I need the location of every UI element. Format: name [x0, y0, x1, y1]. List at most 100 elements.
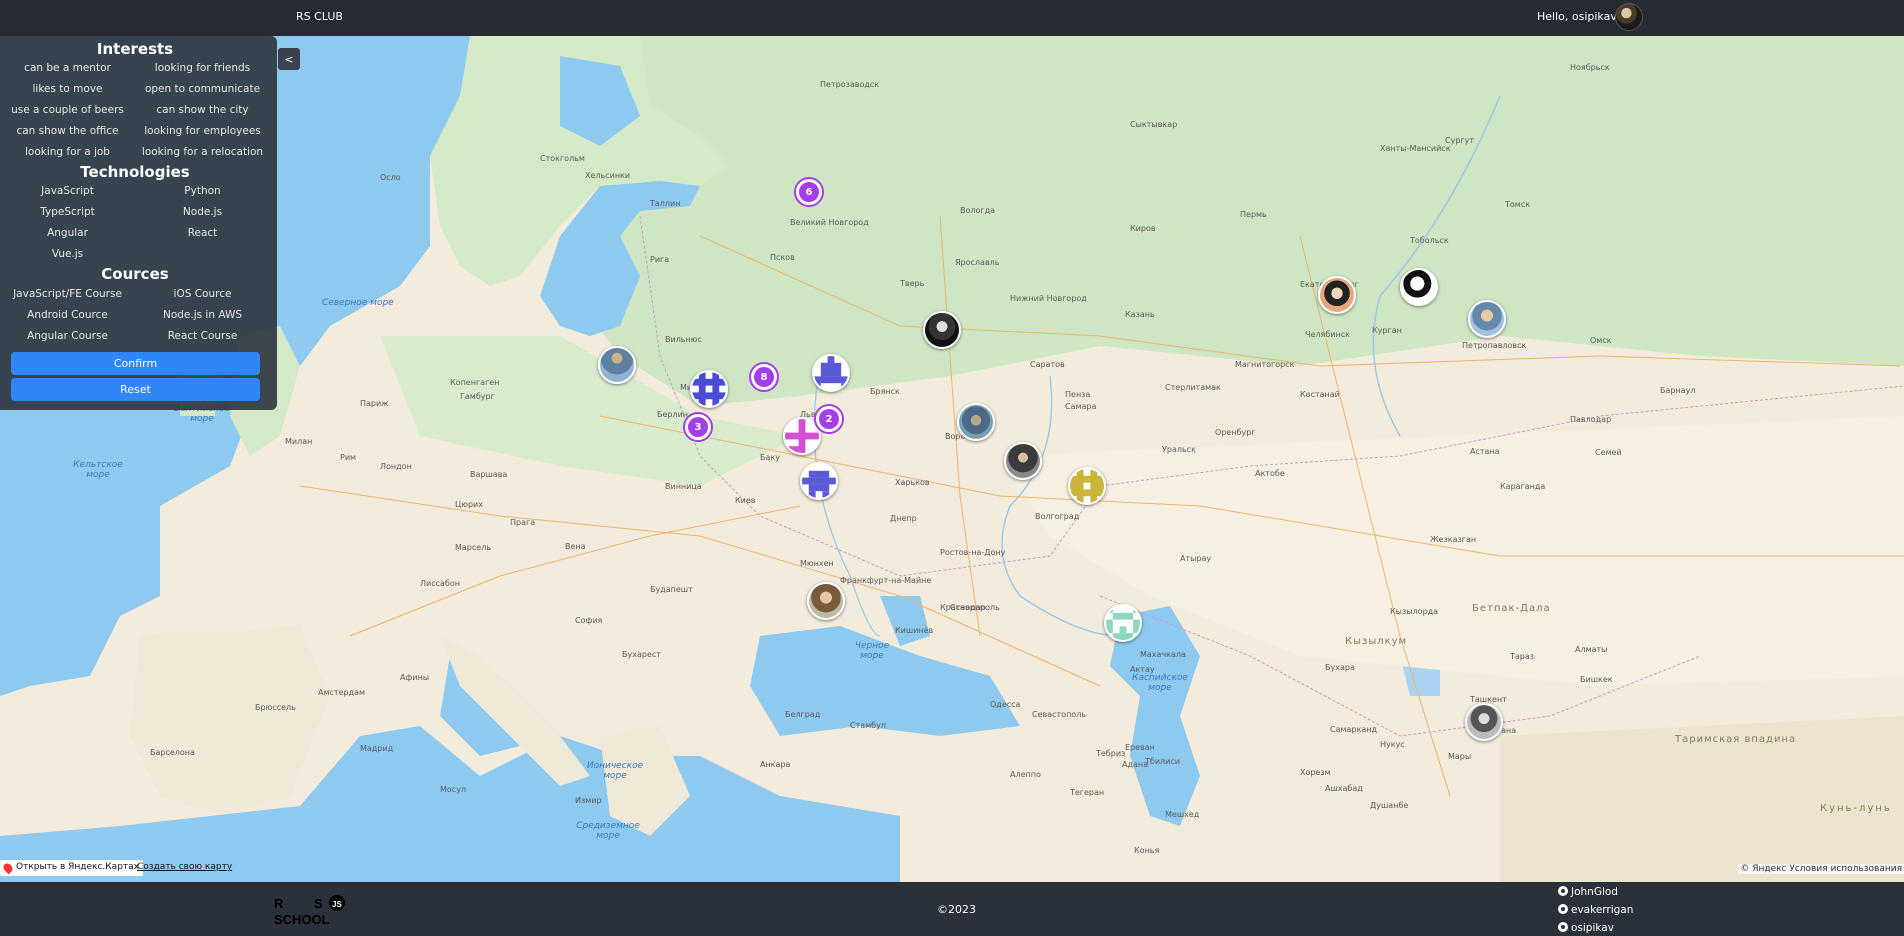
technology-chip[interactable]: Node.js [135, 206, 270, 218]
city-label: Винница [665, 482, 702, 491]
interest-chip[interactable]: use a couple of beers [0, 104, 135, 116]
user-marker[interactable] [1468, 300, 1506, 338]
interest-chip[interactable]: likes to move [0, 83, 135, 95]
identicon-marker[interactable] [800, 462, 838, 500]
city-label: Ростов-на-Дону [940, 548, 1006, 557]
city-label: Баку [760, 453, 780, 462]
sea-label: Кельтское море [73, 460, 123, 480]
technology-chip[interactable]: TypeScript [0, 206, 135, 218]
course-chip[interactable]: Node.js in AWS [135, 309, 270, 321]
user-marker[interactable] [1004, 442, 1042, 480]
user-marker[interactable] [1465, 703, 1503, 741]
city-label: Одесса [990, 700, 1021, 709]
interest-chip[interactable]: looking for employees [135, 125, 270, 137]
course-chip[interactable]: iOS Cource [135, 288, 270, 300]
interest-chip[interactable]: looking for a relocation [135, 146, 270, 158]
svg-text:R: R [274, 896, 284, 911]
identicon-marker[interactable] [812, 354, 850, 392]
rs-school-logo[interactable]: R S SCHOOL JS [274, 894, 354, 926]
city-label: Мешхед [1165, 810, 1200, 819]
city-label: Атырау [1180, 554, 1212, 563]
city-label: Прага [510, 518, 536, 527]
technology-chip[interactable]: Angular [0, 227, 135, 239]
city-label: Нижний Новгород [1010, 294, 1087, 303]
technology-chip[interactable]: React [135, 227, 270, 239]
course-chip[interactable]: Angular Course [0, 330, 135, 342]
app-header: RS CLUB Hello, osipikav! [0, 0, 1904, 36]
user-marker[interactable] [807, 582, 845, 620]
user-marker[interactable] [957, 403, 995, 441]
city-label: Марсель [455, 543, 492, 552]
map-view[interactable]: Северное море Балтийское море Кельтское … [0, 36, 1904, 882]
city-label: Будапешт [650, 585, 693, 594]
city-label: Барселона [150, 748, 195, 757]
course-chip[interactable]: Android Cource [0, 309, 135, 321]
create-map-link[interactable]: Создать свою карту [137, 862, 232, 872]
cluster-marker[interactable]: 8 [749, 362, 779, 392]
confirm-button[interactable]: Confirm [11, 352, 260, 375]
interest-chip[interactable]: can be a mentor [0, 62, 135, 74]
cluster-marker[interactable]: 6 [794, 177, 824, 207]
technology-chip[interactable]: Vue.js [0, 248, 135, 260]
identicon-marker[interactable] [1104, 604, 1142, 642]
city-label: Хорезм [1300, 768, 1331, 777]
github-link[interactable]: osipikav [1558, 922, 1614, 934]
city-label: Ставрополь [950, 603, 1000, 612]
interest-chip[interactable]: looking for a job [0, 146, 135, 158]
cluster-marker[interactable]: 3 [683, 412, 713, 442]
github-user: JohnGlod [1571, 886, 1618, 898]
cluster-count: 6 [799, 182, 819, 202]
city-label: Великий Новгород [790, 218, 869, 227]
city-label: Лиссабон [420, 579, 460, 588]
user-avatar[interactable] [1615, 3, 1643, 31]
identicon-marker[interactable] [690, 370, 728, 408]
open-in-yandex-link[interactable]: Открыть в Яндекс.Картах [0, 860, 143, 876]
place-label: Бетпак-Дала [1472, 603, 1551, 614]
identicon-marker[interactable] [1068, 467, 1106, 505]
city-label: Осло [380, 173, 401, 182]
user-marker[interactable] [598, 346, 636, 384]
city-label: Рим [340, 453, 357, 462]
interest-chip[interactable]: looking for friends [135, 62, 270, 74]
place-label: Кызылкум [1345, 636, 1408, 647]
interest-chip[interactable]: open to communicate [135, 83, 270, 95]
city-label: Цюрих [455, 500, 483, 509]
user-marker[interactable] [1400, 268, 1438, 306]
technology-chip[interactable]: JavaScript [0, 185, 135, 197]
city-label: Измир [575, 796, 602, 805]
github-user: evakerrigan [1571, 904, 1634, 916]
city-label: Барнаул [1660, 386, 1696, 395]
reset-button[interactable]: Reset [11, 378, 260, 401]
city-label: Алеппо [1010, 770, 1041, 779]
city-label: Томск [1505, 200, 1531, 209]
city-label: Стерлитамак [1165, 383, 1221, 392]
city-label: Актобе [1255, 469, 1285, 478]
city-label: Харьков [895, 478, 930, 487]
technology-chip[interactable]: Python [135, 185, 270, 197]
app-footer: R S SCHOOL JS ©2023 JohnGlod evakerrigan… [0, 882, 1904, 936]
city-label: Курган [1372, 326, 1402, 335]
github-icon [1558, 904, 1568, 914]
city-label: Днепр [890, 514, 917, 523]
user-marker[interactable] [1318, 276, 1356, 314]
city-label: Париж [360, 399, 389, 408]
brand-link[interactable]: RS CLUB [296, 10, 343, 23]
course-chip[interactable]: JavaScript/FE Course [0, 288, 135, 300]
user-marker[interactable] [923, 311, 961, 349]
city-label: Челябинск [1305, 330, 1350, 339]
city-label: Омск [1590, 336, 1612, 345]
collapse-panel-button[interactable]: < [278, 48, 300, 70]
city-label: Уральск [1162, 445, 1196, 454]
city-label: Душанбе [1370, 801, 1409, 810]
cluster-marker[interactable]: 2 [814, 404, 844, 434]
city-label: Франкфурт-на-Майне [840, 576, 932, 585]
city-label: Белград [785, 710, 821, 719]
yandex-copyright[interactable]: © Яндекс Условия использования [1738, 864, 1904, 874]
interest-chip[interactable]: can show the office [0, 125, 135, 137]
city-label: Рига [650, 255, 670, 264]
github-link[interactable]: JohnGlod [1558, 886, 1618, 898]
sea-label: Средиземное море [576, 821, 640, 841]
github-link[interactable]: evakerrigan [1558, 904, 1633, 916]
interest-chip[interactable]: can show the city [135, 104, 270, 116]
course-chip[interactable]: React Course [135, 330, 270, 342]
